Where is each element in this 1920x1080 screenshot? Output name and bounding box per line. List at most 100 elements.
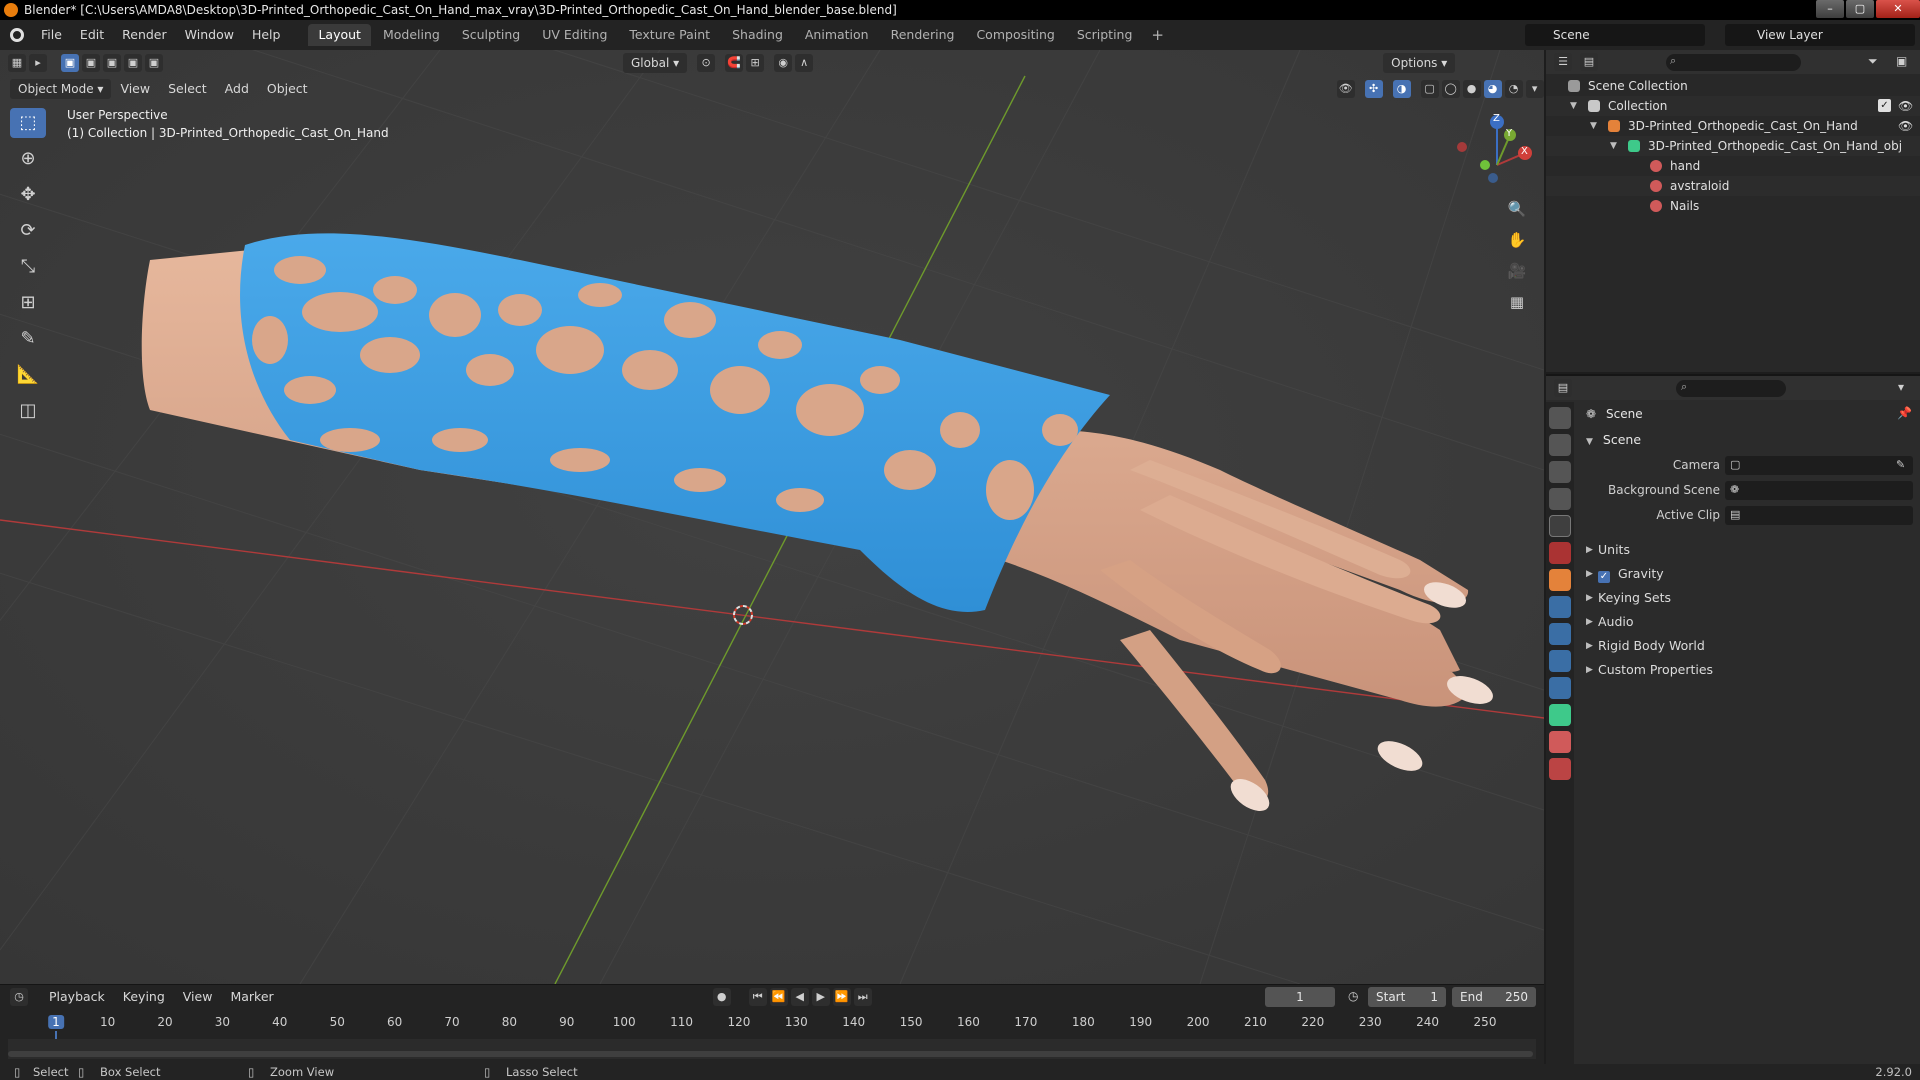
particles-tab-icon[interactable]: [1549, 623, 1571, 645]
menu-timeline-view[interactable]: View: [174, 987, 222, 1007]
jump-start-icon[interactable]: ⏮: [748, 988, 767, 1006]
tree-row-material[interactable]: hand: [1546, 156, 1920, 176]
menu-select[interactable]: Select: [159, 79, 216, 99]
filter-icon[interactable]: ⏷: [1868, 54, 1878, 69]
next-keyframe-icon[interactable]: ⏩: [832, 988, 851, 1006]
transform-tool-icon[interactable]: ⊞: [10, 288, 46, 318]
properties-panel[interactable]: ▤ ⌕ ▾ ❁ Scene 📌 ▼ Scene Camera ▢ ✎ Backg…: [1546, 374, 1920, 1066]
tab-rendering[interactable]: Rendering: [881, 24, 965, 46]
transform-orientation-dropdown[interactable]: Global ▾: [623, 53, 688, 73]
menu-help[interactable]: Help: [243, 20, 290, 50]
menu-render[interactable]: Render: [113, 20, 176, 50]
physics-tab-icon[interactable]: [1549, 650, 1571, 672]
material-tab-icon[interactable]: [1549, 731, 1571, 753]
play-reverse-icon[interactable]: ◀: [790, 988, 809, 1006]
gravity-checkbox[interactable]: ✓: [1598, 571, 1610, 583]
new-collection-icon[interactable]: ▣: [1896, 54, 1907, 68]
background-scene-field[interactable]: [1725, 481, 1913, 500]
jump-end-icon[interactable]: ⏭: [853, 988, 872, 1006]
tab-scripting[interactable]: Scripting: [1067, 24, 1143, 46]
select-tool-icon[interactable]: ⬚: [10, 108, 46, 138]
menu-marker[interactable]: Marker: [221, 987, 282, 1007]
audio-panel-header[interactable]: ▶ Audio: [1576, 610, 1920, 634]
exclude-checkbox[interactable]: ✓: [1878, 99, 1891, 112]
camera-field[interactable]: [1725, 456, 1913, 475]
properties-options-icon[interactable]: ▾: [1898, 380, 1904, 394]
units-panel-header[interactable]: ▶ Units: [1576, 538, 1920, 562]
select-mode-icon[interactable]: ▸: [29, 54, 47, 72]
outliner-editor-type-icon[interactable]: ☰: [1554, 53, 1572, 71]
object-tab-icon[interactable]: [1549, 569, 1571, 591]
tree-row-scene-collection[interactable]: Scene Collection: [1546, 76, 1920, 96]
move-tool-icon[interactable]: ✥: [10, 180, 46, 210]
tab-sculpting[interactable]: Sculpting: [452, 24, 530, 46]
zoom-icon[interactable]: 🔍: [1503, 195, 1531, 223]
perspective-grid-icon[interactable]: ▦: [1503, 288, 1531, 316]
tab-texture-paint[interactable]: Texture Paint: [619, 24, 720, 46]
end-frame-field[interactable]: End 250: [1452, 987, 1536, 1007]
output-tab-icon[interactable]: [1549, 461, 1571, 483]
editor-type-icon[interactable]: ▦: [8, 54, 26, 72]
timeline-editor-type-icon[interactable]: ◷: [10, 988, 28, 1006]
tab-uv-editing[interactable]: UV Editing: [532, 24, 617, 46]
scale-tool-icon[interactable]: ⤡: [10, 252, 46, 282]
data-tab-icon[interactable]: [1549, 704, 1571, 726]
texture-tab-icon[interactable]: [1549, 758, 1571, 780]
tree-row-material[interactable]: avstraloid: [1546, 176, 1920, 196]
active-clip-field[interactable]: [1725, 506, 1913, 525]
intersect-select-icon[interactable]: ▣: [145, 54, 163, 72]
cursor-tool-icon[interactable]: ⊕: [10, 144, 46, 174]
measure-tool-icon[interactable]: 📐: [10, 360, 46, 390]
snap-icon[interactable]: 🧲: [725, 54, 744, 72]
expand-collection-icon[interactable]: ▼: [1570, 96, 1577, 116]
tab-modeling[interactable]: Modeling: [373, 24, 450, 46]
prev-keyframe-icon[interactable]: ⏪: [769, 988, 788, 1006]
box-select-mode-icon[interactable]: ▣: [61, 54, 79, 72]
pan-hand-icon[interactable]: ✋: [1503, 226, 1531, 254]
wireframe-shading-icon[interactable]: ◯: [1441, 80, 1460, 98]
expand-object-icon[interactable]: ▼: [1590, 116, 1597, 136]
menu-window[interactable]: Window: [176, 20, 243, 50]
modifier-tab-icon[interactable]: [1549, 596, 1571, 618]
tab-compositing[interactable]: Compositing: [966, 24, 1064, 46]
start-frame-field[interactable]: Start 1: [1368, 987, 1446, 1007]
tool-tab-icon[interactable]: [1549, 407, 1571, 429]
rendered-shading-icon[interactable]: ◔: [1504, 80, 1523, 98]
object-visibility-eye-icon[interactable]: 👁: [1898, 116, 1913, 136]
options-dropdown[interactable]: Options ▾: [1383, 53, 1456, 73]
display-mode-icon[interactable]: ▤: [1580, 53, 1598, 71]
preview-range-icon[interactable]: ◷: [1348, 989, 1358, 1003]
pin-icon[interactable]: 📌: [1897, 406, 1912, 420]
custom-properties-panel-header[interactable]: ▶ Custom Properties: [1576, 658, 1920, 682]
gizmo-toggle-icon[interactable]: ✣: [1364, 80, 1383, 98]
tree-row-mesh[interactable]: ▼ 3D-Printed_Orthopedic_Cast_On_Hand_obj: [1546, 136, 1920, 156]
outliner-search-input[interactable]: [1666, 54, 1801, 71]
3d-viewport[interactable]: Z X Y ▦ ▸ ▣ ▣ ▣ ▣ ▣ Global ▾ ⊙ 🧲 ⊞ ◉ ∧ O…: [0, 50, 1544, 984]
menu-keying[interactable]: Keying: [114, 987, 174, 1007]
timeline-scrollbar[interactable]: [8, 1051, 1533, 1057]
object-mode-dropdown[interactable]: Object Mode ▾: [10, 79, 112, 99]
shading-options-icon[interactable]: ▾: [1525, 80, 1544, 98]
scene-panel-header[interactable]: ▼ Scene: [1576, 428, 1920, 452]
scene-tab-icon[interactable]: [1549, 515, 1571, 537]
record-icon[interactable]: ●: [712, 988, 731, 1006]
play-icon[interactable]: ▶: [811, 988, 830, 1006]
annotate-tool-icon[interactable]: ✎: [10, 324, 46, 354]
current-frame-field[interactable]: 1: [1265, 987, 1335, 1007]
menu-add[interactable]: Add: [216, 79, 258, 99]
tab-animation[interactable]: Animation: [795, 24, 879, 46]
tab-shading[interactable]: Shading: [722, 24, 793, 46]
tree-row-material[interactable]: Nails: [1546, 196, 1920, 216]
properties-search-input[interactable]: [1676, 380, 1786, 397]
world-tab-icon[interactable]: [1549, 542, 1571, 564]
view-layer-tab-icon[interactable]: [1549, 488, 1571, 510]
expand-mesh-icon[interactable]: ▼: [1610, 136, 1617, 156]
snap-target-icon[interactable]: ⊞: [746, 54, 765, 72]
timeline-editor[interactable]: ◷ Playback Keying View Marker ● ⏮ ⏪ ◀ ▶ …: [0, 984, 1544, 1064]
solid-shading-icon[interactable]: ●: [1462, 80, 1481, 98]
scene-selector[interactable]: Scene: [1525, 24, 1705, 46]
eyedropper-icon[interactable]: ✎: [1896, 458, 1905, 471]
render-tab-icon[interactable]: [1549, 434, 1571, 456]
invert-select-icon[interactable]: ▣: [124, 54, 142, 72]
view-layer-selector[interactable]: View Layer: [1725, 24, 1915, 46]
